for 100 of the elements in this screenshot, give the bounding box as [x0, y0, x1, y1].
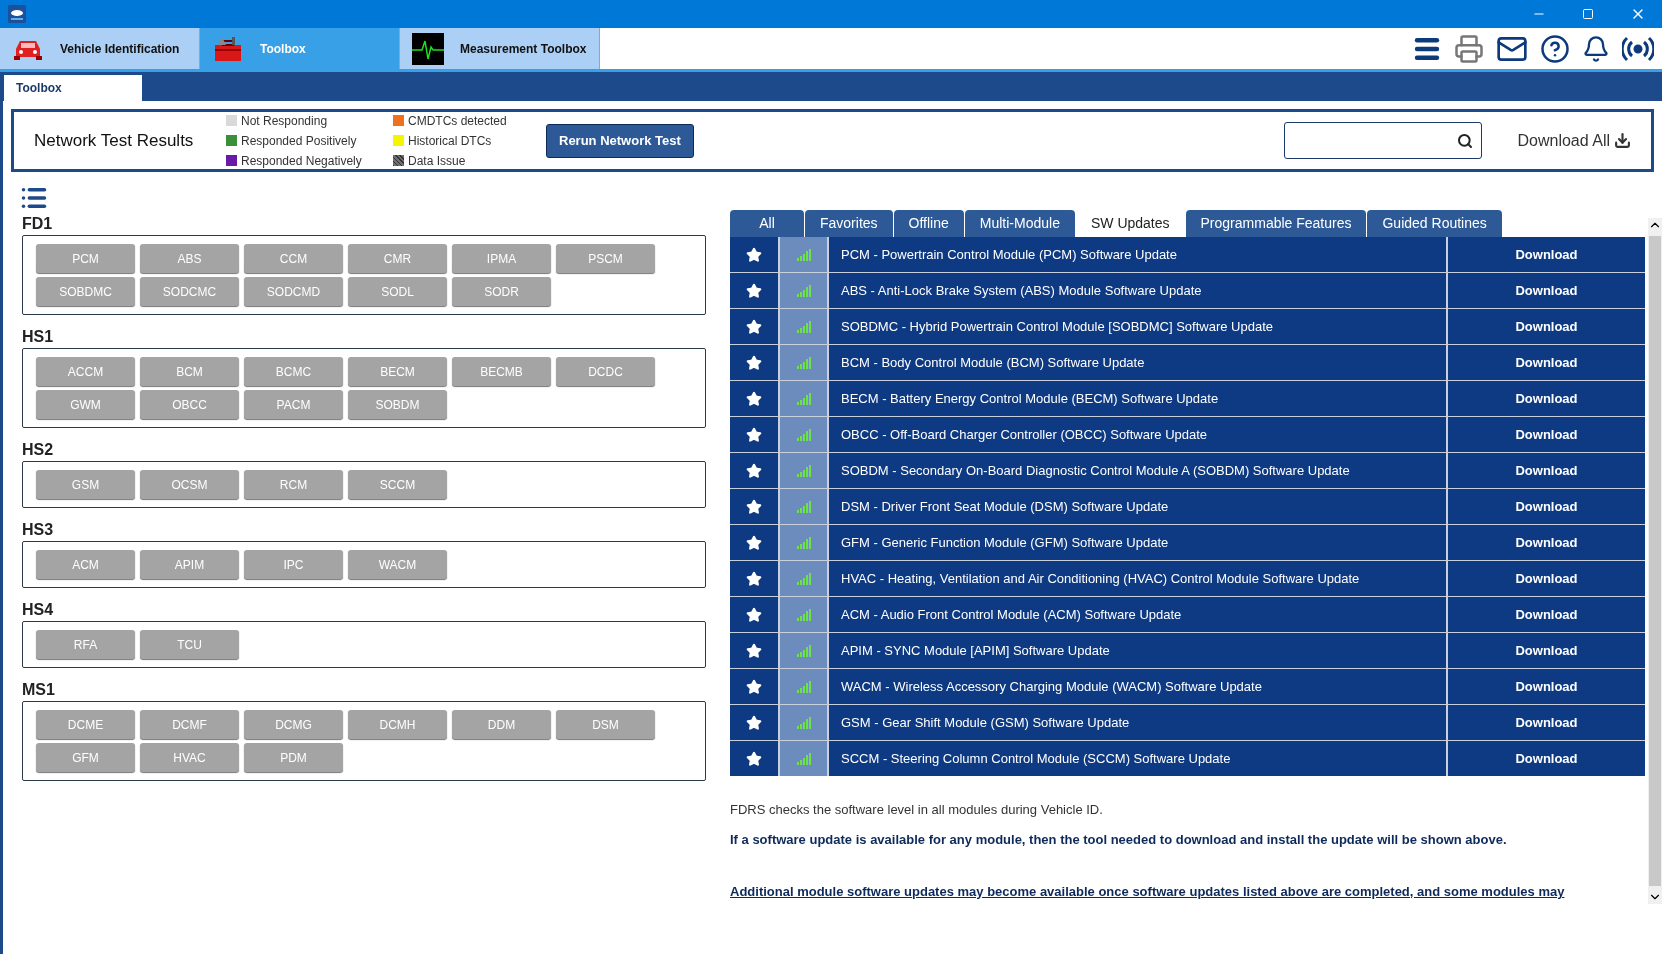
- filter-tab[interactable]: All: [730, 210, 804, 237]
- signal-icon: [796, 716, 811, 729]
- favorite-star-button[interactable]: [730, 381, 778, 416]
- panel-title: Network Test Results: [34, 129, 195, 152]
- download-button[interactable]: Download: [1448, 525, 1645, 560]
- filter-tab[interactable]: Offline: [893, 210, 964, 237]
- module-button[interactable]: PCM: [36, 244, 135, 273]
- signal-icon: [796, 644, 811, 657]
- favorite-star-button[interactable]: [730, 489, 778, 524]
- module-button[interactable]: BCM: [140, 357, 239, 386]
- download-button[interactable]: Download: [1448, 309, 1645, 344]
- favorite-star-button[interactable]: [730, 705, 778, 740]
- maximize-icon[interactable]: [1582, 8, 1594, 20]
- module-button[interactable]: DSM: [556, 710, 655, 739]
- module-button[interactable]: BECM: [348, 357, 447, 386]
- download-button[interactable]: Download: [1448, 597, 1645, 632]
- favorite-star-button[interactable]: [730, 633, 778, 668]
- app-tab[interactable]: Measurement Toolbox: [400, 28, 600, 69]
- module-button[interactable]: CMR: [348, 244, 447, 273]
- network-heading: HS3: [22, 520, 55, 540]
- module-button[interactable]: APIM: [140, 550, 239, 579]
- download-button[interactable]: Download: [1448, 669, 1645, 704]
- favorite-star-button[interactable]: [730, 741, 778, 776]
- module-button[interactable]: GSM: [36, 470, 135, 499]
- module-button[interactable]: HVAC: [140, 743, 239, 772]
- download-button[interactable]: Download: [1448, 237, 1645, 272]
- module-button[interactable]: IPMA: [452, 244, 551, 273]
- module-button[interactable]: PDM: [244, 743, 343, 772]
- download-button[interactable]: Download: [1448, 273, 1645, 308]
- legend-label: Not Responding: [241, 112, 328, 130]
- module-button[interactable]: SODCMD: [244, 277, 343, 306]
- favorite-star-button[interactable]: [730, 597, 778, 632]
- module-button[interactable]: DCMF: [140, 710, 239, 739]
- module-button[interactable]: SODCMC: [140, 277, 239, 306]
- rerun-button[interactable]: Rerun Network Test: [546, 123, 694, 158]
- scrollbar[interactable]: [1648, 218, 1662, 904]
- module-button[interactable]: WACM: [348, 550, 447, 579]
- search-field[interactable]: [1283, 122, 1482, 159]
- help-icon[interactable]: [1540, 33, 1570, 64]
- module-button[interactable]: ABS: [140, 244, 239, 273]
- module-button[interactable]: TCU: [140, 630, 239, 659]
- star-icon: [746, 534, 762, 551]
- module-button[interactable]: GWM: [36, 390, 135, 419]
- module-button[interactable]: PACM: [244, 390, 343, 419]
- bell-icon[interactable]: [1582, 34, 1610, 63]
- module-button[interactable]: BCMC: [244, 357, 343, 386]
- module-button[interactable]: SOBDM: [348, 390, 447, 419]
- module-button[interactable]: SOBDMC: [36, 277, 135, 306]
- download-button[interactable]: Download: [1448, 381, 1645, 416]
- module-button[interactable]: PSCM: [556, 244, 655, 273]
- download-button[interactable]: Download: [1448, 705, 1645, 740]
- module-button[interactable]: SODL: [348, 277, 447, 306]
- download-button[interactable]: Download: [1448, 489, 1645, 524]
- app-tab[interactable]: Vehicle Identification: [0, 28, 200, 69]
- star-icon: [746, 678, 762, 695]
- module-button[interactable]: RFA: [36, 630, 135, 659]
- broadcast-icon[interactable]: [1622, 34, 1654, 63]
- module-button[interactable]: SCCM: [348, 470, 447, 499]
- download-button[interactable]: Download: [1448, 417, 1645, 452]
- module-button[interactable]: OCSM: [140, 470, 239, 499]
- filter-tab[interactable]: Multi-Module: [964, 210, 1075, 237]
- sub-tab[interactable]: Toolbox: [4, 75, 142, 101]
- download-button[interactable]: Download: [1448, 345, 1645, 380]
- info-link[interactable]: Additional module software updates may become available once software updates listed above are completed, and some modules may: [730, 882, 1646, 902]
- favorite-star-button[interactable]: [730, 309, 778, 344]
- download-all-button[interactable]: Download All: [1517, 128, 1631, 153]
- favorite-star-button[interactable]: [730, 561, 778, 596]
- module-button[interactable]: DCMG: [244, 710, 343, 739]
- module-button[interactable]: IPC: [244, 550, 343, 579]
- favorite-star-button[interactable]: [730, 237, 778, 272]
- star-icon: [746, 282, 762, 299]
- legend-label: Data Issue: [408, 152, 466, 170]
- favorite-star-button[interactable]: [730, 669, 778, 704]
- module-button[interactable]: DCDC: [556, 357, 655, 386]
- download-button[interactable]: Download: [1448, 453, 1645, 488]
- filter-tab[interactable]: Favorites: [805, 210, 893, 237]
- favorite-star-button[interactable]: [730, 525, 778, 560]
- module-button[interactable]: CCM: [244, 244, 343, 273]
- download-button[interactable]: Download: [1448, 741, 1645, 776]
- printer-icon[interactable]: [1454, 33, 1484, 64]
- module-button[interactable]: DCME: [36, 710, 135, 739]
- module-button[interactable]: ACCM: [36, 357, 135, 386]
- module-button[interactable]: OBCC: [140, 390, 239, 419]
- module-button[interactable]: GFM: [36, 743, 135, 772]
- app-tab[interactable]: Toolbox: [200, 28, 400, 69]
- favorite-star-button[interactable]: [730, 345, 778, 380]
- module-button[interactable]: BECMB: [452, 357, 551, 386]
- favorite-star-button[interactable]: [730, 453, 778, 488]
- filter-tab[interactable]: Programmable Features: [1185, 210, 1367, 237]
- favorite-star-button[interactable]: [730, 417, 778, 452]
- filter-tab[interactable]: Guided Routines: [1367, 210, 1502, 237]
- download-button[interactable]: Download: [1448, 633, 1645, 668]
- module-button[interactable]: RCM: [244, 470, 343, 499]
- download-button[interactable]: Download: [1448, 561, 1645, 596]
- module-button[interactable]: ACM: [36, 550, 135, 579]
- update-title: ABS - Anti-Lock Brake System (ABS) Module Software Update: [829, 273, 1446, 308]
- module-button[interactable]: SODR: [452, 277, 551, 306]
- favorite-star-button[interactable]: [730, 273, 778, 308]
- module-button[interactable]: DDM: [452, 710, 551, 739]
- module-button[interactable]: DCMH: [348, 710, 447, 739]
